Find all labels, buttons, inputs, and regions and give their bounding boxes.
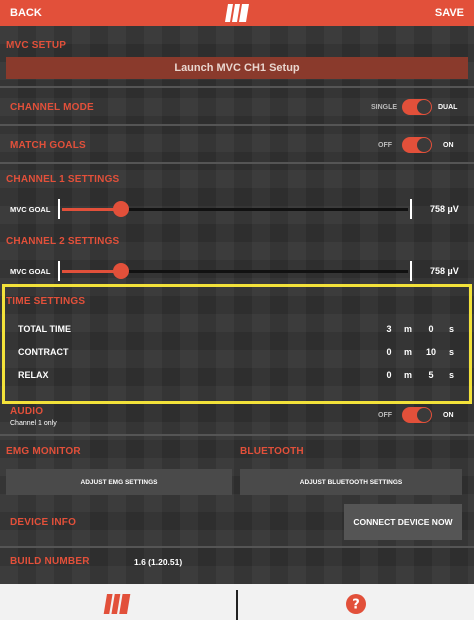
channel2-goal-label: MVC GOAL <box>10 267 51 276</box>
total-time-minutes[interactable]: 3 <box>382 324 396 334</box>
bottom-separator <box>236 590 238 620</box>
audio-on-label: ON <box>443 412 454 419</box>
audio-toggle[interactable] <box>402 407 432 423</box>
match-goals-off-label: OFF <box>378 142 392 149</box>
divider <box>0 162 474 164</box>
settings-panel: MVC SETUP Launch MVC CH1 Setup CHANNEL M… <box>0 26 474 584</box>
channel1-slider-thumb[interactable] <box>112 201 129 217</box>
divider <box>0 434 474 436</box>
channel1-goal-value: 758 µV <box>430 204 459 214</box>
channel-mode-toggle[interactable] <box>402 99 432 115</box>
build-number-value: 1.6 (1.20.51) <box>134 557 183 567</box>
save-button[interactable]: SAVE <box>435 7 464 19</box>
seconds-unit: s <box>449 347 455 357</box>
relax-seconds[interactable]: 5 <box>424 370 438 380</box>
channel2-title: CHANNEL 2 SETTINGS <box>6 236 120 247</box>
audio-subtitle: Channel 1 only <box>10 420 57 427</box>
adjust-emg-button[interactable]: ADJUST EMG SETTINGS <box>6 469 232 495</box>
adjust-bluetooth-button[interactable]: ADJUST BLUETOOTH SETTINGS <box>240 469 462 495</box>
contract-minutes[interactable]: 0 <box>382 347 396 357</box>
minutes-unit: m <box>404 347 413 357</box>
connect-device-button[interactable]: CONNECT DEVICE NOW <box>344 504 462 540</box>
toggle-knob <box>417 100 431 114</box>
channel2-goal-value: 758 µV <box>430 266 459 276</box>
divider <box>0 86 474 88</box>
brand-logo-icon[interactable] <box>102 594 132 619</box>
top-bar: BACK SAVE <box>0 0 474 26</box>
channel-mode-single-label: SINGLE <box>371 104 398 111</box>
back-button[interactable]: BACK <box>10 7 42 19</box>
brand-logo-icon <box>224 4 250 27</box>
bluetooth-title: BLUETOOTH <box>240 446 304 457</box>
seconds-unit: s <box>449 324 455 334</box>
seconds-unit: s <box>449 370 455 380</box>
toggle-knob <box>417 408 431 422</box>
total-time-seconds[interactable]: 0 <box>424 324 438 334</box>
audio-title: AUDIO <box>10 406 44 417</box>
build-number-title: BUILD NUMBER <box>10 556 90 567</box>
channel-mode-dual-label: DUAL <box>438 104 458 111</box>
divider <box>0 546 474 548</box>
toggle-knob <box>417 138 431 152</box>
time-settings-title: TIME SETTINGS <box>6 296 86 307</box>
audio-off-label: OFF <box>378 412 392 419</box>
device-info-title: DEVICE INFO <box>10 517 77 528</box>
relax-minutes[interactable]: 0 <box>382 370 396 380</box>
bottom-bar: ? <box>0 584 474 620</box>
divider <box>0 124 474 126</box>
minutes-unit: m <box>404 324 413 334</box>
match-goals-on-label: ON <box>443 142 454 149</box>
minutes-unit: m <box>404 370 413 380</box>
slider-max-mark <box>410 199 412 219</box>
slider-fill <box>62 270 121 273</box>
help-icon[interactable]: ? <box>346 594 366 619</box>
channel1-title: CHANNEL 1 SETTINGS <box>6 174 120 185</box>
channel1-goal-label: MVC GOAL <box>10 205 51 214</box>
match-goals-title: MATCH GOALS <box>10 140 86 151</box>
total-time-label: TOTAL TIME <box>18 324 71 334</box>
slider-min-mark <box>58 199 60 219</box>
launch-mvc-button[interactable]: Launch MVC CH1 Setup <box>6 57 468 79</box>
relax-label: RELAX <box>18 370 49 380</box>
contract-seconds[interactable]: 10 <box>424 347 438 357</box>
slider-min-mark <box>58 261 60 281</box>
match-goals-toggle[interactable] <box>402 137 432 153</box>
contract-label: CONTRACT <box>18 347 69 357</box>
mvc-setup-title: MVC SETUP <box>6 40 67 51</box>
channel2-slider-thumb[interactable] <box>112 263 129 279</box>
emg-monitor-title: EMG MONITOR <box>6 446 81 457</box>
svg-text:?: ? <box>352 598 360 613</box>
slider-fill <box>62 208 121 211</box>
slider-max-mark <box>410 261 412 281</box>
channel-mode-title: CHANNEL MODE <box>10 102 94 113</box>
